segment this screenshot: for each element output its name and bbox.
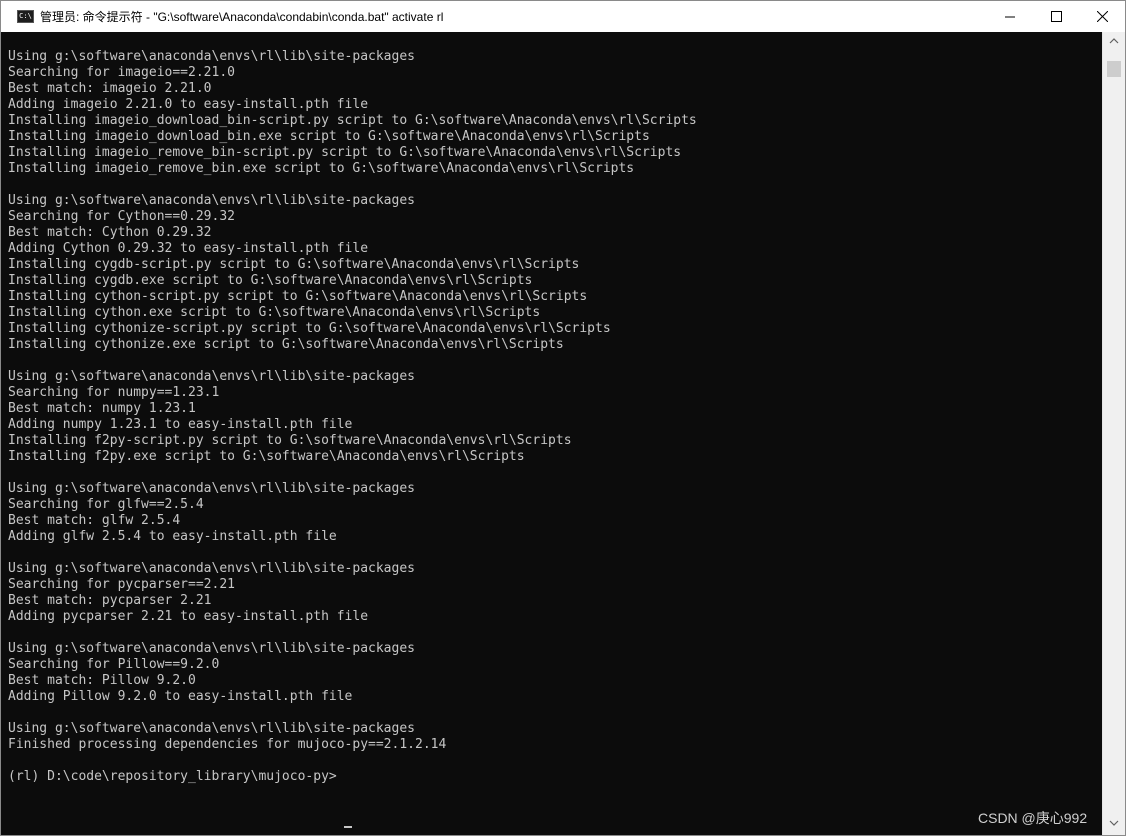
console-line: Best match: pycparser 2.21	[8, 593, 212, 608]
vertical-scrollbar[interactable]	[1102, 32, 1125, 835]
console-line: Using g:\software\anaconda\envs\rl\lib\s…	[8, 641, 415, 656]
console-line: Installing cython.exe script to G:\softw…	[8, 305, 541, 320]
window-controls	[987, 1, 1125, 32]
console-line: Adding pycparser 2.21 to easy-install.pt…	[8, 609, 369, 624]
console-line: Searching for pycparser==2.21	[8, 577, 235, 592]
console-line: Best match: Pillow 9.2.0	[8, 673, 196, 688]
minimize-icon	[1004, 16, 1015, 18]
console-line: Adding glfw 2.5.4 to easy-install.pth fi…	[8, 529, 337, 544]
console-line: Searching for Cython==0.29.32	[8, 209, 235, 224]
console-line: Adding numpy 1.23.1 to easy-install.pth …	[8, 417, 353, 432]
console-line: Installing imageio_remove_bin-script.py …	[8, 145, 682, 160]
text-cursor	[344, 826, 352, 828]
console-line: Installing imageio_download_bin-script.p…	[8, 113, 697, 128]
console-line: Using g:\software\anaconda\envs\rl\lib\s…	[8, 721, 415, 736]
watermark: CSDN @庚心992	[978, 810, 1088, 826]
cmd-app-icon: C:\	[17, 10, 34, 23]
title-bar[interactable]: C:\ 管理员: 命令提示符 - "G:\software\Anaconda\c…	[1, 1, 1125, 32]
console-line: Installing cythonize-script.py script to…	[8, 321, 611, 336]
console-line: Using g:\software\anaconda\envs\rl\lib\s…	[8, 481, 415, 496]
console-line: Installing f2py-script.py script to G:\s…	[8, 433, 572, 448]
console-line: Searching for Pillow==9.2.0	[8, 657, 220, 672]
console-line: Searching for glfw==2.5.4	[8, 497, 204, 512]
minimize-button[interactable]	[987, 1, 1033, 32]
console-line: Using g:\software\anaconda\envs\rl\lib\s…	[8, 193, 415, 208]
close-icon	[1096, 11, 1108, 22]
console-output[interactable]: Using g:\software\anaconda\envs\rl\lib\s…	[1, 32, 1103, 835]
console-line: Adding imageio 2.21.0 to easy-install.pt…	[8, 97, 369, 112]
maximize-icon	[1050, 11, 1062, 22]
console-line: (rl) D:\code\repository_library\mujoco-p…	[8, 769, 337, 784]
cmd-window: C:\ 管理员: 命令提示符 - "G:\software\Anaconda\c…	[0, 0, 1126, 836]
window-title: 管理员: 命令提示符 - "G:\software\Anaconda\conda…	[40, 10, 444, 24]
console-line: Installing imageio_remove_bin.exe script…	[8, 161, 635, 176]
console-line: Installing cygdb-script.py script to G:\…	[8, 257, 580, 272]
maximize-button[interactable]	[1033, 1, 1079, 32]
scroll-up-arrow-icon[interactable]	[1108, 36, 1120, 46]
console-line: Installing cygdb.exe script to G:\softwa…	[8, 273, 533, 288]
console-line: Using g:\software\anaconda\envs\rl\lib\s…	[8, 369, 415, 384]
console-line: Adding Pillow 9.2.0 to easy-install.pth …	[8, 689, 353, 704]
console-line: Using g:\software\anaconda\envs\rl\lib\s…	[8, 561, 415, 576]
console-line: Installing cythonize.exe script to G:\so…	[8, 337, 564, 352]
console-line: Installing cython-script.py script to G:…	[8, 289, 588, 304]
scrollbar-thumb[interactable]	[1107, 61, 1121, 77]
console-line: Searching for numpy==1.23.1	[8, 385, 220, 400]
console-line: Searching for imageio==2.21.0	[8, 65, 235, 80]
console-line: Best match: numpy 1.23.1	[8, 401, 196, 416]
console-line: Adding Cython 0.29.32 to easy-install.pt…	[8, 241, 369, 256]
console-line: Best match: Cython 0.29.32	[8, 225, 212, 240]
console-line: Finished processing dependencies for muj…	[8, 737, 447, 752]
scroll-down-arrow-icon[interactable]	[1108, 818, 1120, 828]
close-button[interactable]	[1079, 1, 1125, 32]
console-line: Installing imageio_download_bin.exe scri…	[8, 129, 650, 144]
console-line: Best match: imageio 2.21.0	[8, 81, 212, 96]
console-line: Using g:\software\anaconda\envs\rl\lib\s…	[8, 49, 415, 64]
console-line: Best match: glfw 2.5.4	[8, 513, 181, 528]
console-line: Installing f2py.exe script to G:\softwar…	[8, 449, 525, 464]
